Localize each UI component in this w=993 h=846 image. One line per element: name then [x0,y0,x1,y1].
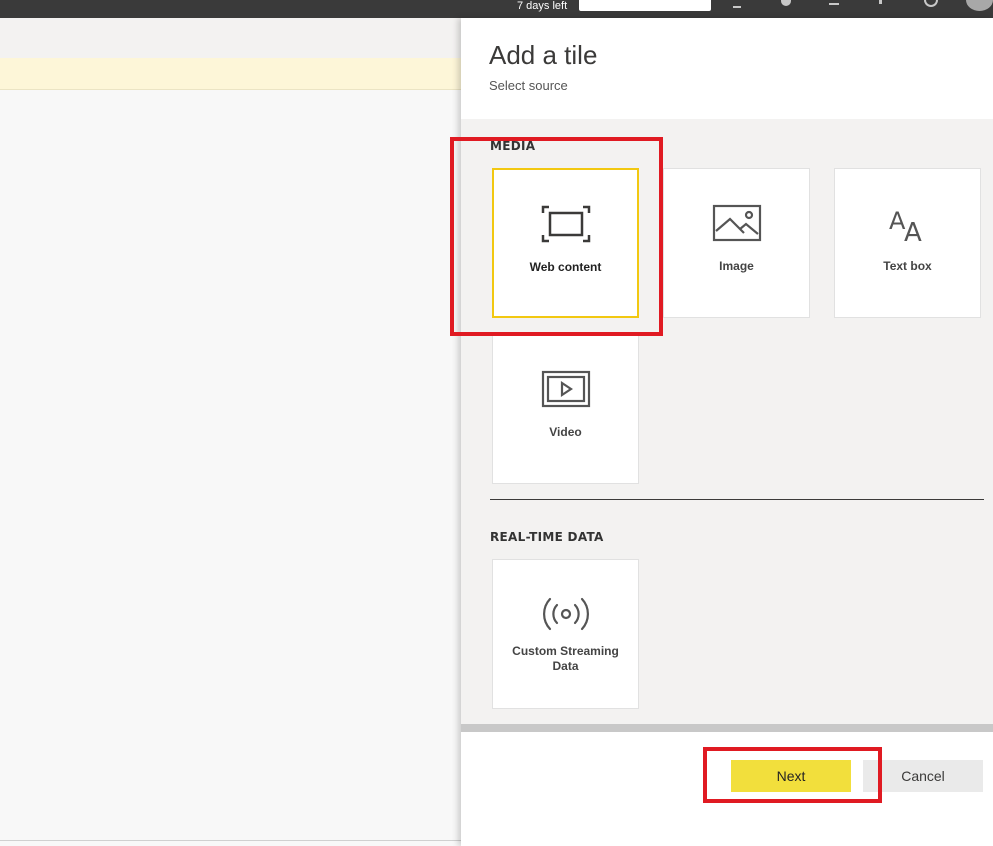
horizontal-scrollbar[interactable] [461,724,993,732]
add-tile-panel: Add a tile Select source MEDIA Web conte… [461,18,993,846]
tile-label: Custom Streaming Data [512,644,619,673]
top-bar: 7 days left [0,0,993,18]
tile-image[interactable]: Image [663,168,810,318]
tile-video[interactable]: Video [492,334,639,484]
upgrade-button[interactable] [579,0,711,11]
text-box-icon: A A [835,201,980,245]
tile-text-box[interactable]: A A Text box [834,168,981,318]
tile-label: Text box [883,259,932,273]
tile-label: Web content [529,260,602,274]
streaming-icon [493,592,638,636]
notifications-icon[interactable] [733,0,741,8]
download-icon[interactable] [829,3,839,5]
help-icon[interactable] [879,0,882,4]
notification-banner [0,58,461,90]
section-label-realtime: REAL-TIME DATA [490,530,604,544]
cancel-button[interactable]: Cancel [863,760,983,792]
tile-label: Image [719,259,754,273]
settings-icon[interactable] [781,0,791,6]
dashboard-header [0,18,461,58]
web-content-icon [494,202,637,246]
next-button[interactable]: Next [731,760,851,792]
section-label-media: MEDIA [490,139,536,153]
section-divider [490,499,984,500]
panel-title: Add a tile [489,40,598,70]
svg-text:A: A [904,218,922,245]
image-icon [664,201,809,245]
tile-source-list: MEDIA Web content Image A A Text box Vid… [461,119,993,724]
video-icon [493,367,638,411]
avatar[interactable] [966,0,993,11]
feedback-icon[interactable] [924,0,938,7]
tile-label: Video [549,425,582,439]
panel-subtitle: Select source [489,78,568,93]
tile-custom-streaming-data[interactable]: Custom Streaming Data [492,559,639,709]
divider [0,840,461,841]
trial-days-left: 7 days left [517,0,568,12]
tile-web-content[interactable]: Web content [492,168,639,318]
